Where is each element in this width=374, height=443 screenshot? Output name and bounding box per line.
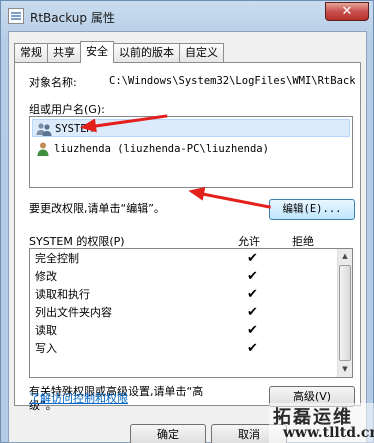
scroll-up-icon[interactable]: ▲: [338, 249, 352, 264]
scroll-down-icon[interactable]: ▼: [338, 362, 352, 377]
permission-row: 列出文件夹内容 ✔: [35, 304, 325, 322]
user-group-icon: [36, 123, 52, 136]
permission-row: 读取 ✔: [35, 322, 325, 340]
permission-name: 读取: [35, 324, 57, 337]
permissions-list[interactable]: 完全控制 ✔ 修改 ✔ 读取和执行 ✔ 列出文件夹内容 ✔ 读取 ✔ 写入 ✔ ▲ ▼: [29, 248, 353, 378]
group-item-label: liuzhenda (liuzhenda-PC\liuzhenda): [54, 143, 269, 155]
ok-button[interactable]: 确定: [130, 424, 206, 443]
permission-name: 写入: [35, 342, 57, 355]
permission-name: 完全控制: [35, 252, 79, 265]
permissions-header: SYSTEM 的权限(P): [29, 235, 125, 248]
allow-column-header: 允许: [238, 235, 260, 248]
permission-name: 列出文件夹内容: [35, 306, 112, 319]
access-control-link[interactable]: 了解访问控制和权限: [29, 390, 128, 406]
change-permissions-hint: 要更改权限,请单击“编辑”。: [29, 202, 165, 215]
user-icon: [37, 142, 49, 156]
groups-label: 组或用户名(G):: [29, 103, 105, 116]
groups-listbox[interactable]: SYSTEM liuzhenda (liuzhenda-PC\liuzhenda…: [29, 116, 353, 188]
deny-column-header: 拒绝: [292, 235, 314, 248]
object-name-label: 对象名称:: [29, 76, 77, 89]
edit-button[interactable]: 编辑(E)...: [269, 199, 355, 220]
permission-name: 修改: [35, 270, 57, 283]
allow-check-icon: ✔: [247, 251, 258, 266]
allow-check-icon: ✔: [247, 341, 258, 356]
permission-name: 读取和执行: [35, 288, 90, 301]
title-bar[interactable]: RtBackup 属性 ✕: [1, 1, 373, 31]
allow-check-icon: ✔: [247, 305, 258, 320]
tab-customize[interactable]: 自定义: [179, 43, 224, 63]
watermark-logo: 拓磊运维 www.tlltd.cn: [269, 403, 374, 443]
tab-security[interactable]: 安全: [80, 41, 114, 63]
allow-check-icon: ✔: [247, 287, 258, 302]
permission-row: 读取和执行 ✔: [35, 286, 325, 304]
close-button[interactable]: ✕: [325, 2, 369, 21]
allow-check-icon: ✔: [247, 323, 258, 338]
window-title: RtBackup 属性: [30, 11, 115, 25]
tab-general[interactable]: 常规: [14, 43, 48, 63]
permission-row: 写入 ✔: [35, 340, 325, 358]
security-tab-panel: 对象名称: C:\Windows\System32\LogFiles\WMI\R…: [14, 62, 361, 412]
tab-sharing[interactable]: 共享: [47, 43, 81, 63]
permission-row: 完全控制 ✔: [35, 250, 325, 268]
tab-previous-versions[interactable]: 以前的版本: [113, 43, 180, 63]
watermark-url: www.tlltd.cn: [283, 425, 374, 441]
allow-check-icon: ✔: [247, 269, 258, 284]
folder-properties-icon: [8, 8, 24, 24]
group-item-liuzhenda[interactable]: liuzhenda (liuzhenda-PC\liuzhenda): [32, 140, 350, 158]
permission-row: 修改 ✔: [35, 268, 325, 286]
properties-window: RtBackup 属性 ✕ 常规 共享 安全 以前的版本 自定义 对象名称: C…: [0, 0, 374, 443]
scroll-thumb[interactable]: [339, 265, 351, 361]
dialog-body: 常规 共享 安全 以前的版本 自定义 对象名称: C:\Windows\Syst…: [8, 31, 367, 443]
permissions-scrollbar[interactable]: ▲ ▼: [337, 249, 352, 377]
tab-strip: 常规 共享 安全 以前的版本 自定义: [14, 41, 224, 63]
object-name-value: C:\Windows\System32\LogFiles\WMI\RtBacku: [109, 75, 355, 87]
